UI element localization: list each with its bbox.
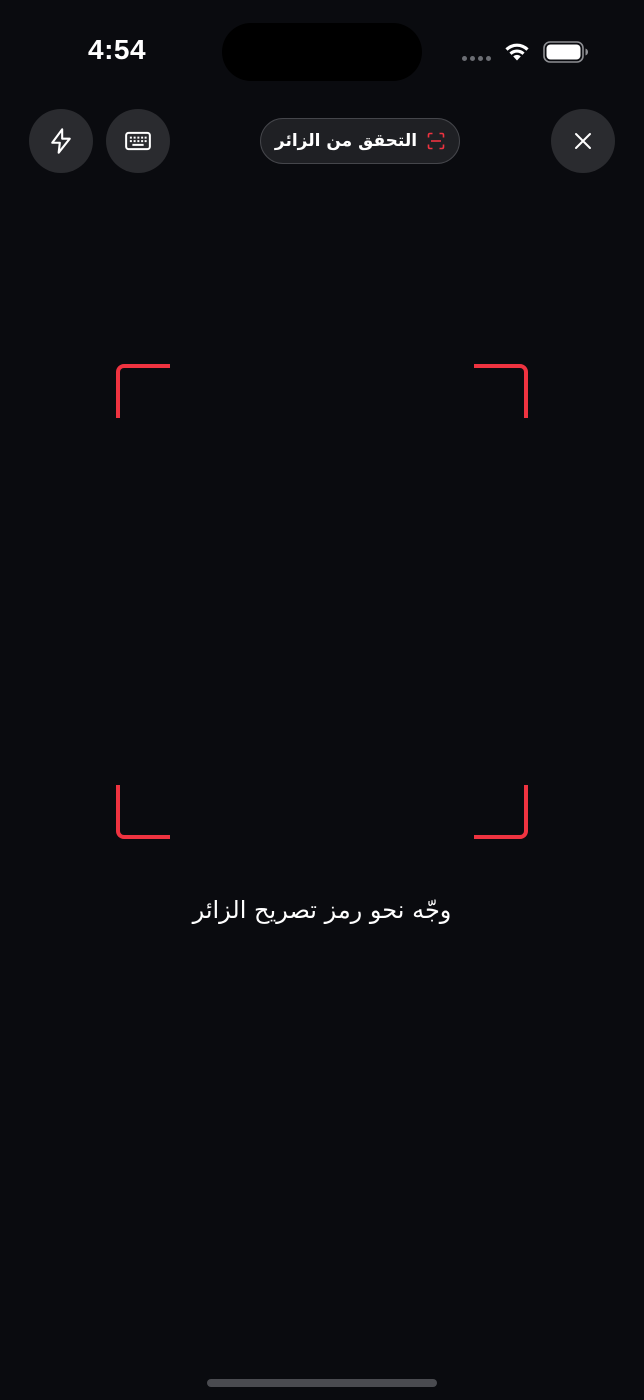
qr-scanner-screen: 4:54 التحقق من الزائر وجّه نحو رمز تصريح… xyxy=(0,0,644,1400)
close-icon xyxy=(575,133,591,149)
dynamic-island xyxy=(222,23,422,81)
home-indicator[interactable] xyxy=(207,1379,437,1387)
mode-pill[interactable]: التحقق من الزائر xyxy=(260,118,460,164)
mode-pill-label: التحقق من الزائر xyxy=(274,131,418,151)
cellular-signal-icon xyxy=(462,56,491,61)
scan-frame-icon xyxy=(427,132,445,150)
scan-frame-corner-bottom-left xyxy=(116,785,170,839)
close-button[interactable] xyxy=(551,109,615,173)
wifi-icon xyxy=(505,43,529,61)
scan-frame-corner-top-left xyxy=(116,364,170,418)
status-time: 4:54 xyxy=(88,34,147,65)
keyboard-entry-button[interactable] xyxy=(106,109,170,173)
scan-instruction: وجّه نحو رمز تصريح الزائر xyxy=(192,896,452,924)
lightning-bolt-icon xyxy=(51,128,71,154)
flash-button[interactable] xyxy=(29,109,93,173)
battery-icon xyxy=(543,41,588,63)
scan-frame-corner-bottom-right xyxy=(474,785,528,839)
scan-frame-corner-top-right xyxy=(474,364,528,418)
keyboard-icon xyxy=(125,131,151,151)
